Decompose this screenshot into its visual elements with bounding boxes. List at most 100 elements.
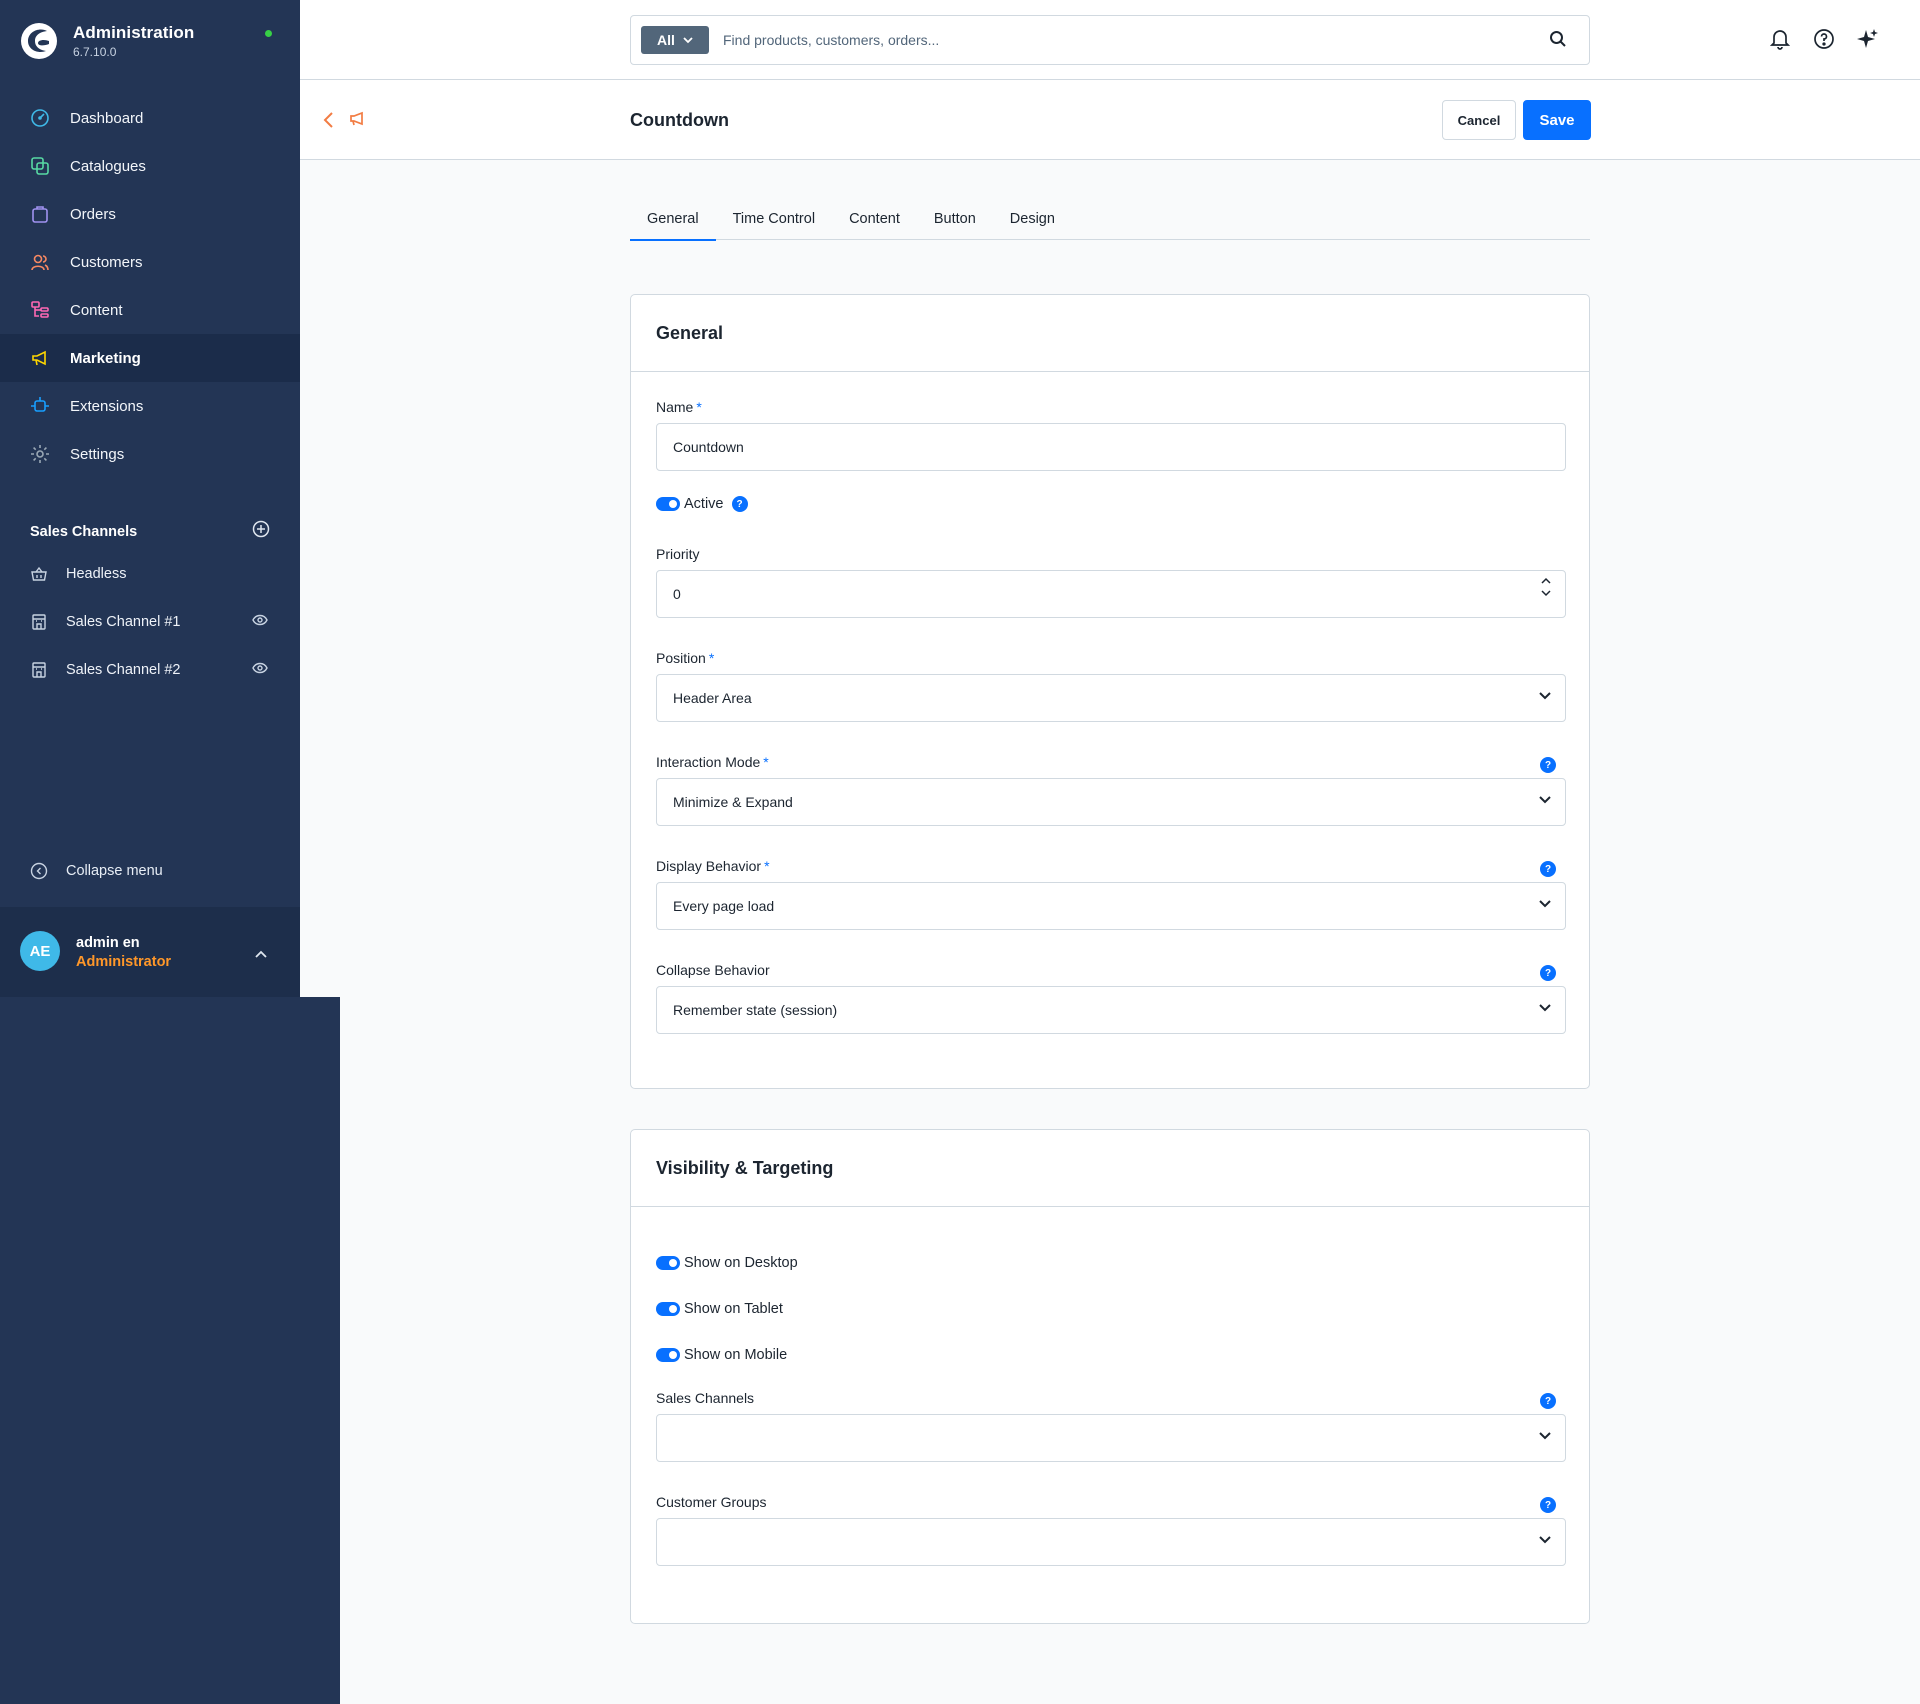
search-type-select[interactable]: All [641,26,709,54]
content-icon [28,298,52,322]
page-header: Countdown Cancel Save [300,80,1920,160]
sales-channels-select[interactable] [656,1414,1566,1462]
back-arrow-icon[interactable] [322,111,334,134]
collapse-behavior-select[interactable]: Remember state (session) [656,986,1566,1034]
sidebar-item-label: Orders [70,205,116,223]
tab-content[interactable]: Content [832,200,917,240]
help-icon[interactable]: ? [1540,965,1556,981]
collapse-menu-label: Collapse menu [66,863,163,879]
chevron-down-icon [1539,796,1551,804]
tab-design[interactable]: Design [993,200,1072,240]
sidebar: Administration 6.7.10.0 Dashboard Catalo… [0,0,300,997]
sales-channel-label: Sales Channel #1 [66,614,181,630]
app-version: 6.7.10.0 [73,45,117,59]
number-stepper[interactable] [1541,577,1551,597]
sales-channel-item[interactable]: Sales Channel #2 [0,646,300,694]
show-desktop-toggle-row: Show on Desktop [656,1255,798,1271]
bell-icon[interactable] [1769,28,1791,55]
interaction-mode-select[interactable]: Minimize & Expand [656,778,1566,826]
user-menu[interactable]: AE admin en Administrator [0,907,300,997]
help-icon[interactable]: ? [731,496,748,512]
sparkle-icon[interactable] [1857,28,1879,55]
chevron-up-icon[interactable] [255,945,267,963]
collapse-menu-button[interactable]: Collapse menu [30,862,163,880]
sales-channels-label: Sales Channels [656,1390,755,1406]
help-icon[interactable]: ? [1540,1393,1556,1409]
position-select[interactable]: Header Area [656,674,1566,722]
sidebar-item-marketing[interactable]: Marketing [0,334,300,382]
sidebar-item-customers[interactable]: Customers [0,238,300,286]
customers-icon [28,250,52,274]
priority-label: Priority [656,546,700,562]
sales-channel-label: Sales Channel #2 [66,662,181,678]
main-nav: Dashboard Catalogues Orders Customers Co… [0,94,300,478]
tab-time-control[interactable]: Time Control [716,200,832,240]
orders-icon [28,202,52,226]
position-label: Position * [656,650,715,666]
customer-groups-select[interactable] [656,1518,1566,1566]
sidebar-item-catalogues[interactable]: Catalogues [0,142,300,190]
show-tablet-switch[interactable] [656,1302,680,1316]
show-desktop-switch[interactable] [656,1256,680,1270]
tab-general[interactable]: General [630,200,716,241]
storefront-icon [30,613,48,631]
chevron-down-icon [1539,900,1551,908]
sidebar-item-label: Content [70,301,123,319]
global-search: All [630,15,1590,65]
tab-bar: General Time Control Content Button Desi… [630,200,1590,241]
card-title: Visibility & Targeting [631,1130,1589,1207]
chevron-down-icon [1539,692,1551,700]
sidebar-item-dashboard[interactable]: Dashboard [0,94,300,142]
sidebar-item-extensions[interactable]: Extensions [0,382,300,430]
save-button[interactable]: Save [1523,100,1591,140]
display-behavior-label: Display Behavior * [656,858,770,874]
sidebar-item-settings[interactable]: Settings [0,430,300,478]
active-switch[interactable] [656,497,680,511]
sidebar-item-orders[interactable]: Orders [0,190,300,238]
catalogues-icon [28,154,52,178]
help-icon[interactable]: ? [1540,1497,1556,1513]
eye-icon[interactable] [252,614,268,630]
sidebar-item-label: Catalogues [70,157,146,175]
help-icon[interactable] [1813,28,1835,55]
shopware-logo-icon [21,23,57,59]
sidebar-item-label: Customers [70,253,143,271]
status-indicator [265,30,272,37]
sidebar-item-content[interactable]: Content [0,286,300,334]
active-label: Active [684,496,724,512]
chevron-down-icon [1539,1432,1551,1440]
show-mobile-toggle-row: Show on Mobile [656,1347,787,1363]
chevron-up-icon[interactable] [1541,577,1551,584]
help-icon[interactable]: ? [1540,757,1556,773]
cancel-button[interactable]: Cancel [1442,100,1516,140]
sidebar-item-label: Marketing [70,349,141,367]
show-mobile-label: Show on Mobile [684,1347,788,1363]
active-toggle-row: Active ? [656,496,748,512]
sidebar-item-label: Settings [70,445,125,463]
storefront-icon [30,661,48,679]
add-sales-channel-icon[interactable] [252,520,270,543]
chevron-down-icon [1539,1536,1551,1544]
eye-icon[interactable] [252,662,268,678]
search-input[interactable] [723,26,1543,54]
chevron-down-icon[interactable] [1541,590,1551,597]
search-icon[interactable] [1549,30,1567,53]
sidebar-background [0,997,340,1704]
name-field[interactable]: Countdown [656,423,1566,471]
priority-field[interactable]: 0 [656,570,1566,618]
general-card: General Name * Countdown Active ? Priorit… [630,294,1590,1089]
help-icon[interactable]: ? [1540,861,1556,877]
top-bar: All [300,0,1920,80]
sidebar-item-label: Dashboard [70,109,144,127]
display-behavior-select[interactable]: Every page load [656,882,1566,930]
show-desktop-label: Show on Desktop [684,1255,798,1271]
visibility-card: Visibility & Targeting Show on Desktop S… [630,1129,1590,1624]
sales-channel-item[interactable]: Headless [0,550,300,598]
show-mobile-switch[interactable] [656,1348,680,1362]
brand[interactable]: Administration 6.7.10.0 [20,22,194,60]
search-type-label: All [657,32,675,48]
avatar: AE [20,931,60,971]
sales-channel-label: Headless [66,566,127,582]
tab-button[interactable]: Button [917,200,993,240]
sales-channel-item[interactable]: Sales Channel #1 [0,598,300,646]
